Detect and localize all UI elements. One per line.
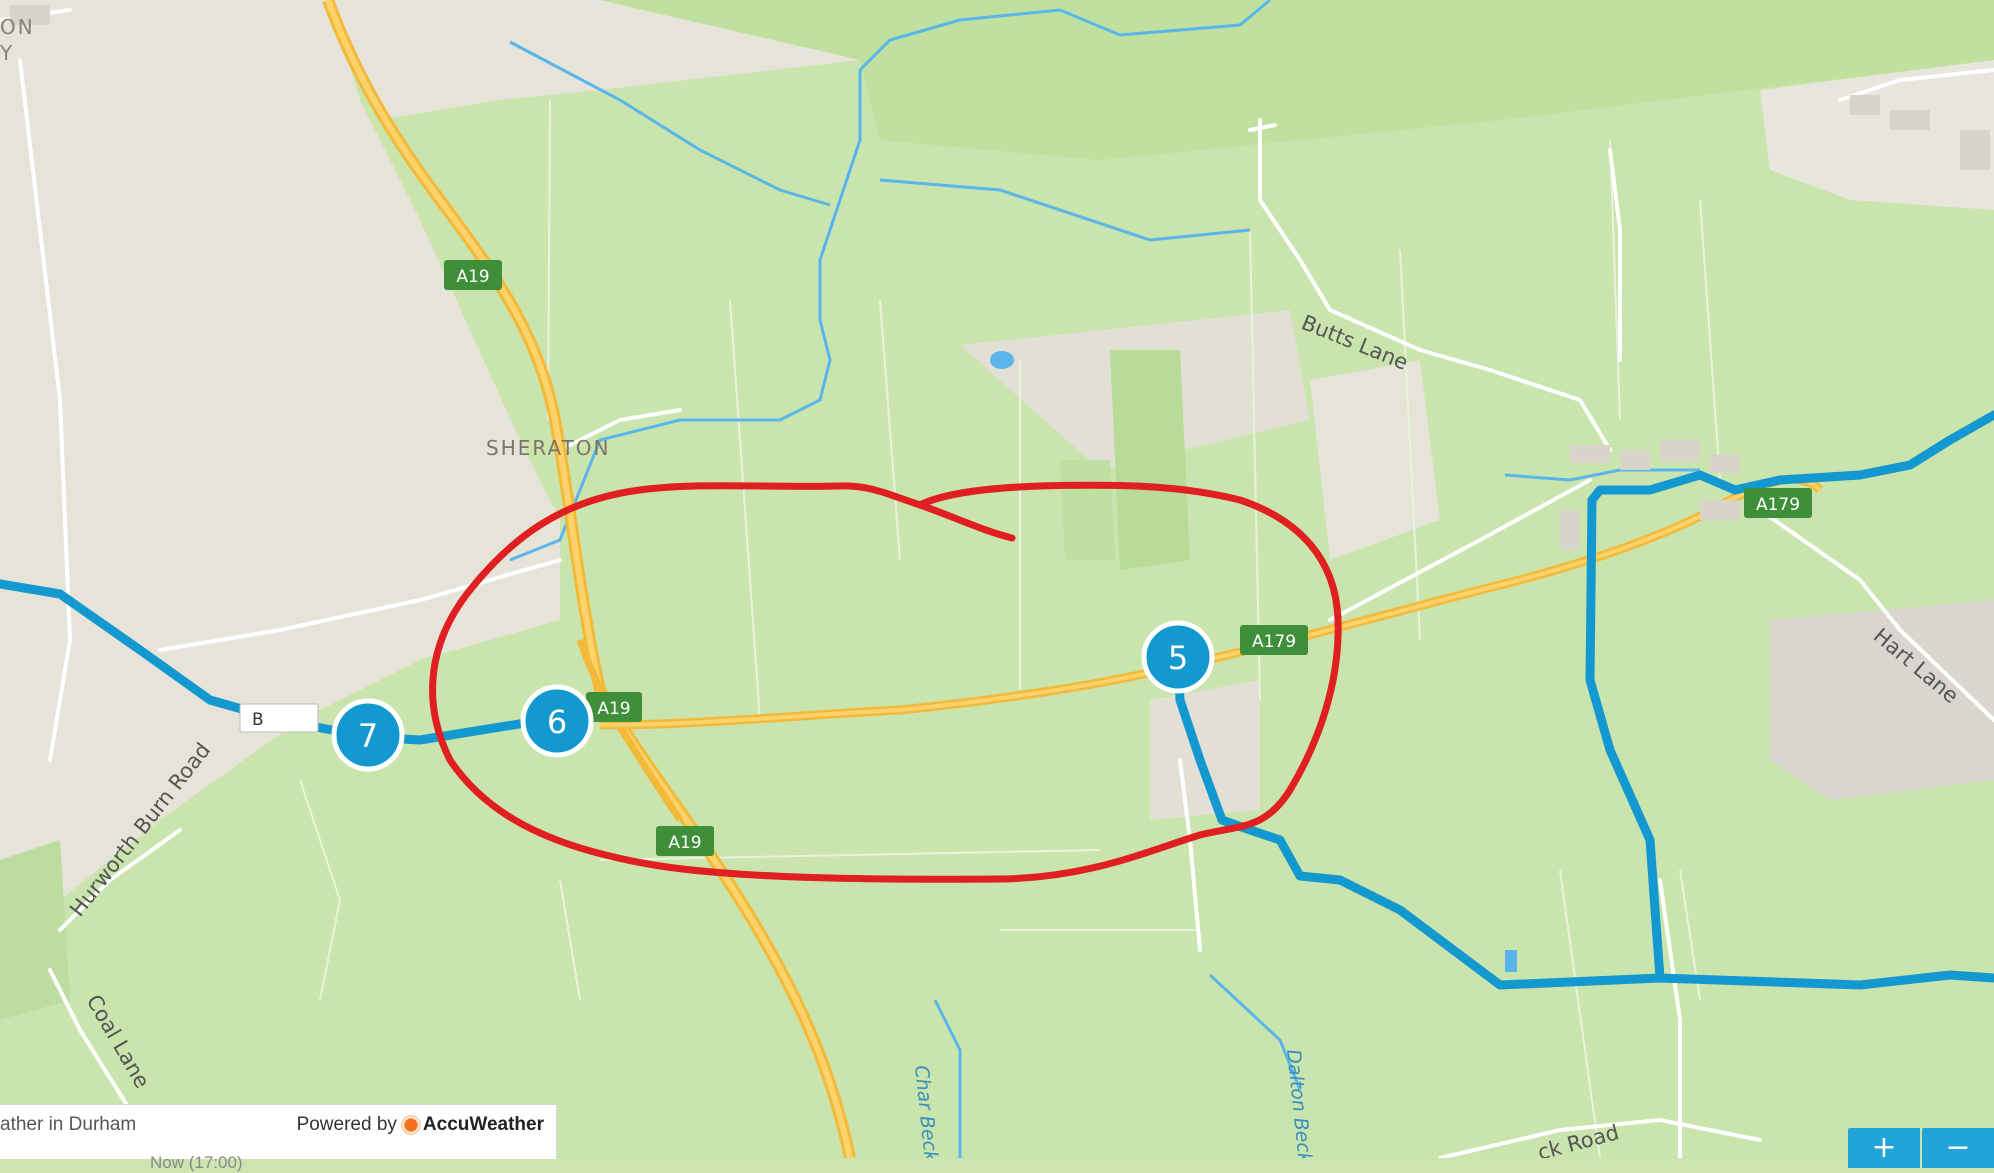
weather-now-time: Now (17:00) (150, 1153, 243, 1172)
place-label-sheraton: SHERATON (486, 436, 611, 460)
map-canvas[interactable]: ON Y SHERATON A19 A19 A19 A179 A179 B Bu… (0, 0, 1994, 1158)
place-label-top-left-1: ON (0, 15, 35, 39)
road-label-a179-east: A179 (1756, 495, 1800, 515)
place-label-top-left-2: Y (0, 41, 14, 65)
route-stop-5[interactable]: 5 (1141, 620, 1215, 694)
accuweather-brand: AccuWeather (422, 1114, 544, 1135)
woodland-strip-1 (1110, 350, 1190, 570)
accuweather-sun-icon (402, 1117, 419, 1133)
farmland-junction (1150, 680, 1260, 820)
badge-route-obscured: B (239, 703, 319, 733)
zoom-in-button[interactable]: + (1848, 1128, 1920, 1168)
road-label-a19-mid: A19 (597, 699, 630, 719)
route-stop-7[interactable]: 7 (331, 698, 405, 772)
route-stop-6-label: 6 (547, 703, 567, 741)
accuweather-logo[interactable]: AccuWeather (402, 1114, 544, 1136)
weather-widget[interactable]: ather in Durham Powered by AccuWeather N… (0, 1104, 557, 1172)
badge-a19-south: A19 (656, 826, 714, 856)
badge-a19-mid: A19 (586, 692, 642, 722)
badge-a179-mid: A179 (1240, 625, 1308, 655)
weather-title: ather in Durham (0, 1114, 137, 1135)
woodland-strip-2 (1060, 460, 1115, 560)
badge-a179-east: A179 (1744, 488, 1812, 518)
badge-a19-north: A19 (444, 260, 502, 290)
weather-attribution: Powered by AccuWeather (297, 1114, 544, 1136)
zoom-out-button[interactable]: − (1922, 1128, 1994, 1168)
road-label-a179-mid: A179 (1252, 632, 1296, 652)
pond (990, 351, 1014, 369)
route-stop-6[interactable]: 6 (520, 684, 594, 758)
road-label-a19-south: A19 (668, 833, 701, 853)
zoom-controls: + − (1848, 1128, 1994, 1168)
route-stop-5-label: 5 (1168, 639, 1188, 677)
road-label-route-obscured: B (252, 710, 264, 730)
route-stop-7-label: 7 (358, 717, 378, 755)
powered-by-label: Powered by (296, 1114, 397, 1135)
pond-east (1505, 950, 1517, 972)
road-label-a19-north: A19 (456, 267, 489, 287)
